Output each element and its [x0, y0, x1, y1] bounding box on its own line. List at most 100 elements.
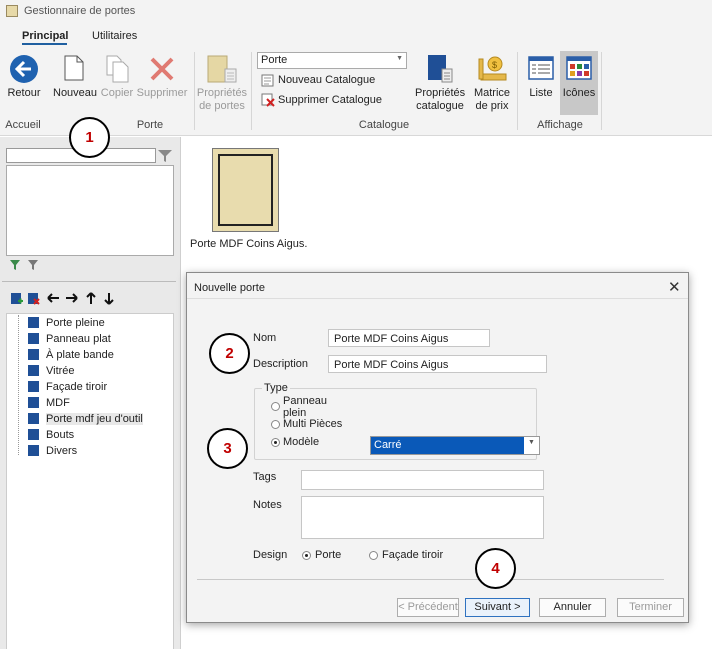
new-catalogue-icon — [261, 74, 274, 87]
tree-delete-icon[interactable] — [27, 292, 40, 305]
ribbon-separator — [251, 52, 252, 130]
tree-item-divers[interactable]: Divers — [46, 445, 77, 457]
filter-add-icon[interactable] — [9, 259, 21, 271]
chevron-down-icon: ▼ — [396, 55, 403, 62]
arrow-right-icon[interactable] — [65, 293, 78, 303]
catalogue-properties-icon[interactable] — [427, 54, 453, 84]
radio-design-porte[interactable] — [302, 551, 311, 560]
tab-principal[interactable]: Principal — [22, 30, 68, 42]
dialog-footer-separator — [197, 579, 664, 580]
tree-item-facade-tiroir[interactable]: Façade tiroir — [46, 381, 107, 393]
callout-3: 3 — [207, 428, 248, 469]
supprimer-button[interactable]: Supprimer — [136, 87, 188, 100]
description-label: Description — [253, 358, 309, 370]
proprietes-catalogue-button[interactable]: Propriétés catalogue — [415, 87, 465, 113]
tree-item-vitree[interactable]: Vitrée — [46, 365, 75, 377]
door-folder-icon — [28, 397, 39, 408]
tree-item-panneau-plat[interactable]: Panneau plat — [46, 333, 111, 345]
radio-label-panneau-plein: Panneau plein — [283, 395, 328, 419]
svg-text:$: $ — [492, 60, 497, 70]
radio-label-design-facade-tiroir: Façade tiroir — [382, 549, 444, 561]
ribbon-separator — [194, 52, 195, 130]
nouveau-button[interactable]: Nouveau — [53, 87, 97, 100]
copier-button[interactable]: Copier — [100, 87, 134, 100]
arrow-left-icon[interactable] — [47, 293, 60, 303]
radio-label-design-porte: Porte — [315, 549, 342, 561]
design-label: Design — [253, 549, 288, 561]
door-thumbnail-frame — [218, 154, 273, 226]
proprietes-catalogue-line2: catalogue — [416, 100, 464, 112]
ribbon-separator — [601, 52, 602, 130]
proprietes-portes-line2: de portes — [199, 100, 245, 112]
notes-field[interactable] — [301, 496, 544, 539]
door-folder-icon — [28, 317, 39, 328]
tree-item-porte-mdf-jeu-outil[interactable]: Porte mdf jeu d'outil — [46, 413, 143, 425]
tree-item-plate-bande[interactable]: À plate bande — [46, 349, 114, 361]
tags-field[interactable] — [301, 470, 544, 490]
tree-item-porte-pleine[interactable]: Porte pleine — [46, 317, 105, 329]
delete-x-icon[interactable] — [149, 56, 175, 82]
door-folder-icon — [28, 445, 39, 456]
nom-label: Nom — [253, 332, 277, 344]
model-dropdown-value: Carré — [371, 437, 524, 454]
delete-catalogue-icon — [261, 93, 275, 107]
new-document-icon[interactable] — [64, 55, 84, 81]
callout-2: 2 — [209, 333, 250, 374]
app-title: Gestionnaire de portes — [24, 5, 136, 17]
group-label-catalogue: Catalogue — [358, 119, 410, 131]
proprietes-portes-line1: Propriétés — [196, 87, 248, 99]
list-view-icon[interactable] — [528, 56, 554, 80]
description-field[interactable]: Porte MDF Coins Aigus — [328, 355, 547, 373]
radio-design-facade-tiroir[interactable] — [369, 551, 378, 560]
filter-funnel-icon[interactable] — [157, 148, 173, 163]
proprietes-portes-button[interactable]: Propriétés de portes — [196, 87, 248, 113]
catalogue-combo-value: Porte — [261, 54, 288, 66]
icons-view-icon[interactable] — [566, 56, 592, 80]
proprietes-catalogue-line1: Propriétés — [415, 87, 466, 99]
tab-utilitaires[interactable]: Utilitaires — [92, 30, 137, 42]
filter-remove-icon[interactable] — [27, 259, 39, 271]
previous-button[interactable]: < Précédent — [397, 598, 459, 617]
radio-panneau-plein[interactable] — [271, 402, 280, 411]
price-matrix-icon[interactable]: $ — [478, 54, 508, 84]
finish-button[interactable]: Terminer — [617, 598, 684, 617]
tree-add-icon[interactable] — [10, 292, 23, 305]
tags-label: Tags — [253, 471, 277, 483]
door-folder-icon — [28, 349, 39, 360]
back-arrow-icon[interactable] — [10, 55, 38, 83]
next-button[interactable]: Suivant > — [465, 598, 530, 617]
tree-item-bouts[interactable]: Bouts — [46, 429, 74, 441]
arrow-down-icon[interactable] — [104, 292, 114, 305]
filter-list[interactable] — [6, 165, 174, 256]
door-folder-icon — [28, 381, 39, 392]
close-icon[interactable]: ✕ — [668, 278, 681, 296]
radio-modele[interactable] — [271, 438, 280, 447]
nouveau-catalogue-button[interactable]: Nouveau Catalogue — [278, 74, 375, 86]
tree-guide-line — [18, 315, 19, 455]
nom-field[interactable]: Porte MDF Coins Aigus — [328, 329, 490, 347]
supprimer-catalogue-button[interactable]: Supprimer Catalogue — [278, 94, 382, 106]
matrice-prix-button[interactable]: Matrice de prix — [470, 87, 514, 113]
cancel-button[interactable]: Annuler — [539, 598, 606, 617]
door-folder-icon — [28, 365, 39, 376]
door-properties-icon[interactable] — [207, 54, 237, 84]
group-label-affichage: Affichage — [537, 119, 583, 131]
icones-button[interactable]: Icônes — [562, 87, 596, 100]
radio-multi-pieces[interactable] — [271, 420, 280, 429]
radio-label-multi-pieces: Multi Pièces — [283, 418, 343, 430]
chevron-down-icon[interactable]: ▼ — [528, 439, 535, 446]
callout-1: 1 — [69, 117, 110, 158]
tab-underline — [22, 43, 67, 45]
ribbon-separator — [517, 52, 518, 130]
copy-icon[interactable] — [106, 55, 130, 83]
group-label-porte: Porte — [136, 119, 164, 131]
retour-button[interactable]: Retour — [5, 87, 43, 100]
catalogue-combo[interactable]: Porte ▼ — [257, 52, 407, 69]
tree-item-mdf[interactable]: MDF — [46, 397, 70, 409]
catalogue-tree[interactable] — [6, 313, 174, 649]
door-thumbnail-label: Porte MDF Coins Aigus. — [190, 238, 308, 250]
liste-button[interactable]: Liste — [526, 87, 556, 100]
door-folder-icon — [28, 429, 39, 440]
arrow-up-icon[interactable] — [86, 292, 96, 305]
type-label: Type — [262, 382, 290, 394]
